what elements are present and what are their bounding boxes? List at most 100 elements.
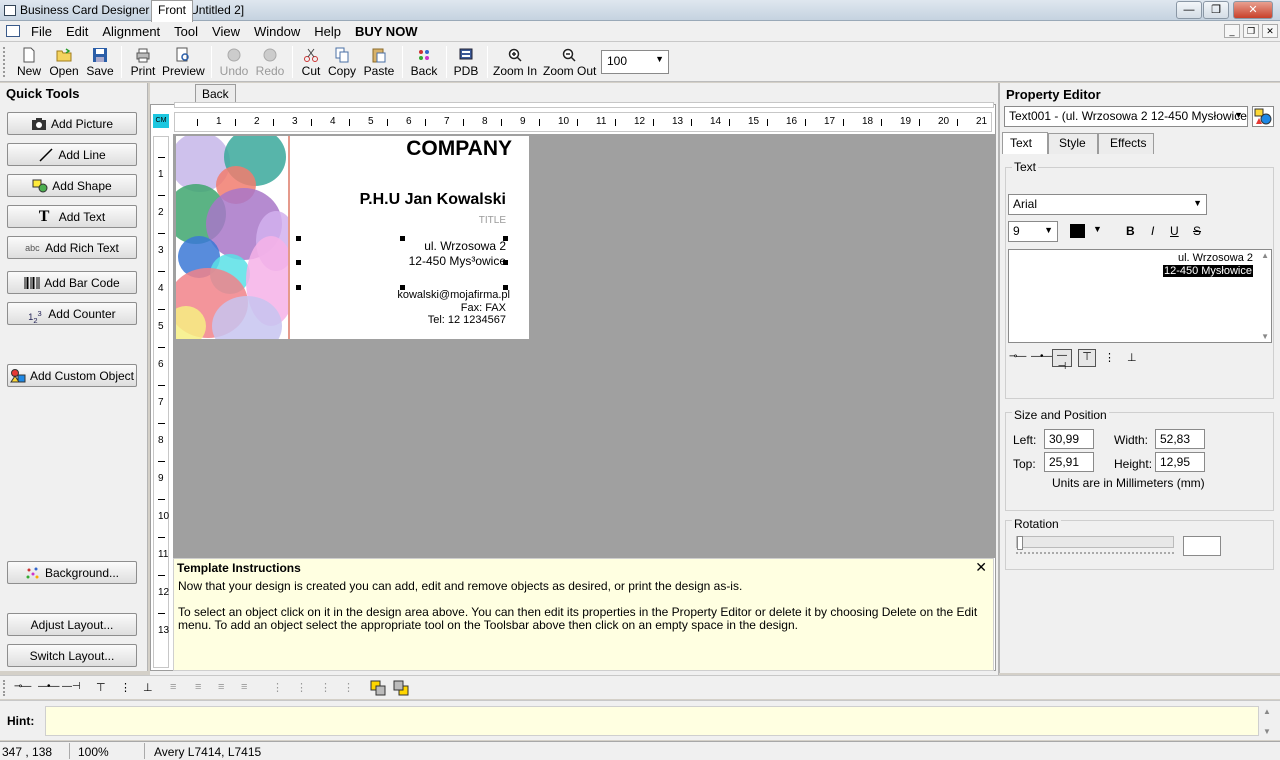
maximize-button[interactable]: ❐	[1203, 1, 1229, 19]
align-left-icon[interactable]: ⊸—	[1009, 351, 1026, 362]
height-input[interactable]: 12,95	[1155, 452, 1205, 472]
distribute-middle-icon[interactable]: ⋮	[296, 681, 307, 694]
minimize-button[interactable]: —	[1176, 1, 1202, 19]
bring-to-front-icon[interactable]	[370, 680, 386, 696]
card-tel[interactable]: Tel: 12 1234567	[380, 314, 506, 326]
send-to-back-icon[interactable]	[393, 680, 409, 696]
mdi-minimize-button[interactable]: _	[1224, 24, 1240, 38]
add-shape-button[interactable]: Add Shape	[7, 174, 137, 197]
card-city[interactable]: 12-450 Mys³owice	[380, 254, 506, 268]
valign-bottom-icon[interactable]: ⊥	[1127, 351, 1137, 364]
distribute-top-icon[interactable]: ⋮	[272, 681, 283, 694]
left-input[interactable]: 30,99	[1044, 429, 1094, 449]
menu-edit[interactable]: Edit	[59, 21, 95, 42]
zoom-out-button[interactable]: Zoom Out	[543, 44, 596, 80]
mdi-close-button[interactable]: ✕	[1262, 24, 1278, 38]
add-picture-button[interactable]: Add Picture	[7, 112, 137, 135]
menu-window[interactable]: Window	[247, 21, 307, 42]
align-left-icon[interactable]: ⊸—	[14, 681, 31, 692]
scroll-down-icon[interactable]: ▼	[1263, 727, 1271, 736]
add-bar-code-button[interactable]: Add Bar Code	[7, 271, 137, 294]
valign-middle-icon[interactable]: ⋮	[1104, 351, 1115, 364]
menu-file[interactable]: File	[24, 21, 59, 42]
align-right-icon[interactable]: —⊣	[1052, 349, 1072, 372]
print-button[interactable]: Print	[128, 44, 158, 80]
tab-text[interactable]: Text	[1002, 132, 1048, 154]
add-rich-text-button[interactable]: abc Add Rich Text	[7, 236, 137, 259]
card-company[interactable]: COMPANY	[380, 137, 512, 161]
selection-handle[interactable]	[400, 285, 405, 290]
selection-handle[interactable]	[296, 260, 301, 265]
italic-button[interactable]: I	[1151, 224, 1154, 238]
menu-view[interactable]: View	[205, 21, 247, 42]
top-input[interactable]: 25,91	[1044, 452, 1094, 472]
preview-button[interactable]: Preview	[162, 44, 205, 80]
undo-button[interactable]: Undo	[218, 44, 250, 80]
card-bubble-image[interactable]	[176, 136, 288, 339]
distribute-right-icon[interactable]: ≡	[218, 681, 224, 693]
back-button[interactable]: Back	[408, 44, 440, 80]
object-select[interactable]: Text001 - (ul. Wrzosowa 2 12-450 Mysłowi…	[1004, 106, 1248, 127]
card-name[interactable]: P.H.U Jan Kowalski	[330, 191, 506, 209]
card-title[interactable]: TITLE	[440, 215, 506, 226]
scroll-down-icon[interactable]: ▼	[1261, 332, 1269, 341]
rotation-input[interactable]	[1183, 536, 1221, 556]
add-line-button[interactable]: Add Line	[7, 143, 137, 166]
scroll-up-icon[interactable]: ▲	[1261, 251, 1269, 260]
cut-button[interactable]: Cut	[298, 44, 324, 80]
object-library-button[interactable]	[1252, 106, 1274, 127]
add-custom-object-button[interactable]: Add Custom Object	[7, 364, 137, 387]
close-icon[interactable]: ✕	[975, 559, 987, 576]
menu-tool[interactable]: Tool	[167, 21, 205, 42]
distribute-horizontal-icon[interactable]: ≡	[170, 681, 176, 693]
background-button[interactable]: Background...	[7, 561, 137, 584]
align-center-icon[interactable]: —•—	[38, 681, 59, 692]
distribute-width-icon[interactable]: ≡	[241, 681, 247, 693]
tab-style[interactable]: Style	[1048, 133, 1098, 154]
font-color-swatch[interactable]	[1070, 224, 1085, 238]
distribute-bottom-icon[interactable]: ⋮	[320, 681, 331, 694]
card-divider-line[interactable]	[288, 136, 290, 339]
selection-handle[interactable]	[296, 236, 301, 241]
adjust-layout-button[interactable]: Adjust Layout...	[7, 613, 137, 636]
redo-button[interactable]: Redo	[254, 44, 286, 80]
align-middle-icon[interactable]: ⋮	[120, 681, 131, 694]
font-size-select[interactable]: 9 ▼	[1008, 221, 1058, 242]
ruler-unit-indicator[interactable]: CM	[153, 114, 169, 128]
font-select[interactable]: Arial ▼	[1008, 194, 1207, 215]
valign-top-icon[interactable]: ⊤	[1078, 349, 1096, 367]
new-button[interactable]: New	[14, 44, 44, 80]
copy-button[interactable]: Copy	[327, 44, 357, 80]
align-bottom-icon[interactable]: ⊥	[143, 681, 153, 694]
text-content-editor[interactable]: ul. Wrzosowa 2 12-450 Mysłowice ▲ ▼	[1008, 249, 1272, 343]
switch-layout-button[interactable]: Switch Layout...	[7, 644, 137, 667]
document-icon[interactable]	[6, 25, 20, 37]
card-street[interactable]: ul. Wrzosowa 2	[380, 239, 506, 253]
rotation-slider[interactable]	[1016, 536, 1174, 550]
card-fax[interactable]: Fax: FAX	[380, 302, 506, 314]
strikethrough-button[interactable]: S	[1193, 224, 1201, 238]
pdb-button[interactable]: PDB	[452, 44, 480, 80]
add-counter-button[interactable]: 123 Add Counter	[7, 302, 137, 325]
chevron-down-icon[interactable]: ▼	[1093, 224, 1102, 234]
menu-help[interactable]: Help	[307, 21, 348, 42]
selection-handle[interactable]	[503, 285, 508, 290]
underline-button[interactable]: U	[1170, 224, 1179, 238]
width-input[interactable]: 52,83	[1155, 429, 1205, 449]
card-email[interactable]: kowalski@mojafirma.pl	[380, 289, 510, 301]
selection-handle[interactable]	[296, 285, 301, 290]
open-button[interactable]: Open	[48, 44, 80, 80]
tab-effects[interactable]: Effects	[1098, 133, 1154, 154]
rotation-slider-thumb[interactable]	[1017, 536, 1023, 550]
zoom-in-button[interactable]: Zoom In	[493, 44, 537, 80]
save-button[interactable]: Save	[84, 44, 116, 80]
selection-handle[interactable]	[503, 260, 508, 265]
menu-buy-now[interactable]: BUY NOW	[348, 21, 425, 42]
scroll-up-icon[interactable]: ▲	[1263, 707, 1271, 716]
close-window-button[interactable]: ✕	[1233, 1, 1273, 19]
distribute-center-icon[interactable]: ≡	[195, 681, 201, 693]
add-text-button[interactable]: T Add Text	[7, 205, 137, 228]
tab-front[interactable]: Front	[151, 0, 194, 22]
selection-handle[interactable]	[400, 236, 405, 241]
bold-button[interactable]: B	[1126, 224, 1135, 238]
